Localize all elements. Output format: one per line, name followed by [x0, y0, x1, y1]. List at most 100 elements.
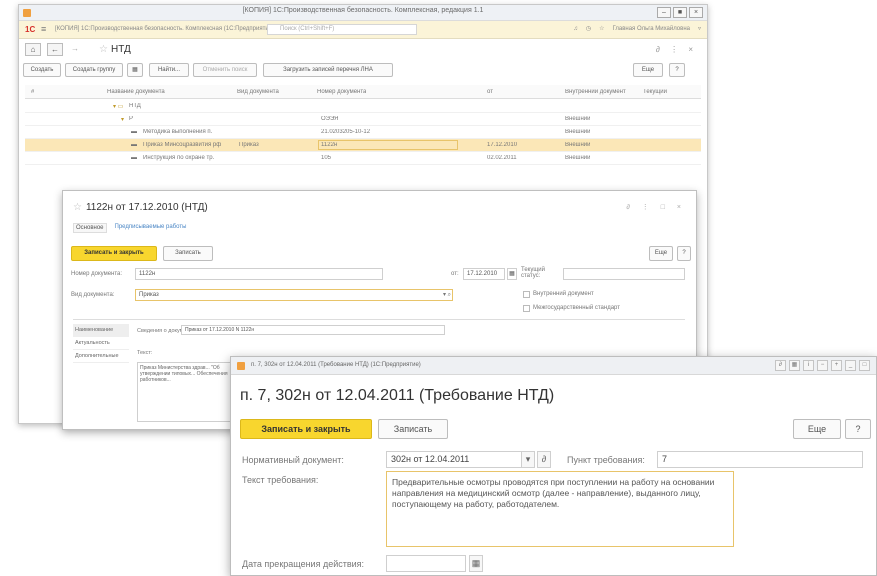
end-date-field[interactable] [386, 555, 466, 572]
favorites-icon[interactable]: ☆ [599, 25, 604, 32]
details-nav-item[interactable]: Наименование [73, 324, 129, 337]
date-field[interactable]: 17.12.2010 [463, 268, 505, 280]
history-icon[interactable]: ◷ [586, 25, 591, 32]
favorite-star-icon[interactable]: ☆ [73, 202, 82, 213]
zoom-in-icon[interactable]: + [831, 360, 842, 371]
maximize-icon[interactable]: □ [859, 360, 870, 371]
kind-field[interactable]: Приказ [135, 289, 453, 301]
number-label: Номер документа: [71, 271, 123, 277]
column-header[interactable]: Текущий [643, 89, 667, 95]
column-header[interactable]: Номер документа [317, 89, 366, 95]
cancel-search-button[interactable]: Отменить поиск [193, 63, 257, 77]
normdoc-label: Нормативный документ: [242, 455, 344, 465]
dropdown-icon[interactable]: ▾ [521, 451, 535, 468]
help-button[interactable]: ? [677, 246, 691, 261]
column-header[interactable]: Название документа [107, 89, 165, 95]
zoom-out-icon[interactable]: − [817, 360, 828, 371]
column-header[interactable]: Внутренний документ [565, 89, 626, 95]
form-title: ☆ 1122н от 17.12.2010 (НТД) [73, 202, 208, 213]
save-close-button[interactable]: Записать и закрыть [71, 246, 157, 261]
row-kind: Приказ [239, 142, 259, 148]
details-nav-item[interactable]: Дополнительные [73, 350, 129, 363]
tab-works-link[interactable]: Предписываемые работы [115, 223, 187, 233]
table-row[interactable]: ▾ ▭ НТД [25, 100, 701, 113]
table-row[interactable]: ▾ Р ОЭЭЯ Внешний [25, 113, 701, 126]
create-group-button[interactable]: Создать группу [65, 63, 123, 77]
column-header[interactable]: Вид документа [237, 89, 279, 95]
text-label: Текст: [137, 350, 153, 356]
minimize-button[interactable]: – [657, 7, 671, 18]
date-label: от: [451, 271, 459, 277]
interstate-checkbox[interactable] [523, 305, 530, 312]
requirement-title: п. 7, 302н от 12.04.2011 (Требование НТД… [240, 387, 555, 404]
forward-icon[interactable]: → [67, 43, 83, 56]
row-number: 1122н [321, 142, 338, 148]
folder-icon: ▾ [121, 117, 125, 123]
save-button[interactable]: Записать [163, 246, 213, 261]
help-button[interactable]: ? [669, 63, 685, 77]
column-header[interactable]: от [487, 89, 493, 95]
details-nav-item[interactable]: Актуальность [73, 337, 129, 350]
table-row[interactable]: ▬ Методика выполнения п. 21.0203205-10-1… [25, 126, 701, 139]
normdoc-field[interactable]: 302н от 12.04.2011 [386, 451, 522, 468]
calendar-icon[interactable]: ▦ [507, 268, 517, 280]
bell-icon[interactable]: ♫ [573, 26, 578, 32]
save-close-button[interactable]: Записать и закрыть [240, 419, 372, 439]
row-internal: Внешний [565, 116, 591, 122]
funnel-icon[interactable]: ▿ [698, 25, 701, 32]
back-icon[interactable]: ← [47, 43, 63, 56]
maximize-button[interactable]: ■ [673, 7, 687, 18]
favorite-star-icon[interactable]: ☆ [99, 44, 108, 55]
find-button[interactable]: Найти... [149, 63, 189, 77]
create-button[interactable]: Создать [23, 63, 61, 77]
tab-main[interactable]: Основное [73, 223, 107, 233]
close-button[interactable]: × [689, 7, 703, 18]
user-name[interactable]: Главная Ольга Михайловна [612, 26, 690, 32]
open-link-icon[interactable]: ∂ [537, 451, 551, 468]
row-internal: Внешний [565, 155, 591, 161]
documents-table: # Название документа Вид документа Номер… [25, 85, 701, 195]
section-title: [КОПИЯ] 1С:Производственная безопасность… [55, 26, 275, 32]
app-icon [237, 362, 245, 370]
form-nav-bar: ⌂ ← → ☆ НТД ∂ ⋮ × [19, 39, 707, 61]
command-bar: Создать Создать группу ▦ Найти... Отмени… [19, 61, 707, 81]
requirement-text[interactable]: Предварительные осмотры проводятся при п… [386, 471, 734, 547]
dropdown-icon[interactable]: ▾ ⌕ [443, 291, 451, 299]
load-list-button[interactable]: Загрузить записей перечня ЛНА [263, 63, 393, 77]
page-title: НТД [111, 44, 131, 55]
row-name: Приказ Минсоцразвития рф [143, 142, 222, 148]
more-button[interactable]: Еще [633, 63, 663, 77]
form-window-controls[interactable]: ∂ ⋮ □ × [626, 203, 686, 211]
global-search-input[interactable]: Поиск (Ctrl+Shift+F) [267, 24, 417, 35]
document-icon: ▬ [131, 129, 137, 135]
save-button[interactable]: Записать [378, 419, 448, 439]
info-field[interactable]: Приказ от 17.12.2010 N 1122н [181, 325, 445, 335]
clause-field[interactable]: 7 [657, 451, 863, 468]
table-row[interactable]: ▬ Инструкция по охране тр. 105 02.02.201… [25, 152, 701, 165]
table-row-selected[interactable]: ▬ Приказ Минсоцразвития рф Приказ 1122н … [25, 139, 701, 152]
form-window-controls[interactable]: ∂ ⋮ × [656, 45, 697, 54]
internal-doc-checkbox[interactable] [523, 291, 530, 298]
main-window-title: [КОПИЯ] 1С:Производственная безопасность… [242, 7, 484, 14]
minimize-icon[interactable]: _ [845, 360, 856, 371]
folder-open-icon: ▾ ▭ [113, 104, 124, 110]
column-header[interactable]: # [31, 89, 34, 95]
grid-icon[interactable]: ▦ [127, 63, 143, 77]
home-icon[interactable]: ⌂ [25, 43, 41, 56]
form-title-text: 1122н от 17.12.2010 (НТД) [85, 202, 208, 213]
help-button[interactable]: ? [845, 419, 871, 439]
number-field[interactable]: 1122н [135, 268, 383, 280]
grid-icon[interactable]: ▦ [789, 360, 800, 371]
calendar-icon[interactable]: ▦ [469, 555, 483, 572]
row-name: Инструкция по охране тр. [143, 155, 215, 161]
more-button[interactable]: Еще [793, 419, 841, 439]
row-name: Методика выполнения п. [143, 129, 213, 135]
document-icon: ▬ [131, 142, 137, 148]
menu-icon[interactable]: ≡ [41, 24, 46, 34]
status-select[interactable] [563, 268, 685, 280]
requirement-window-title: п. 7, 302н от 12.04.2011 (Требование НТД… [251, 362, 421, 368]
info-icon[interactable]: i [803, 360, 814, 371]
more-button[interactable]: Еще [649, 246, 673, 261]
requirement-window-titlebar: п. 7, 302н от 12.04.2011 (Требование НТД… [231, 357, 876, 375]
link-icon[interactable]: ∂ [775, 360, 786, 371]
